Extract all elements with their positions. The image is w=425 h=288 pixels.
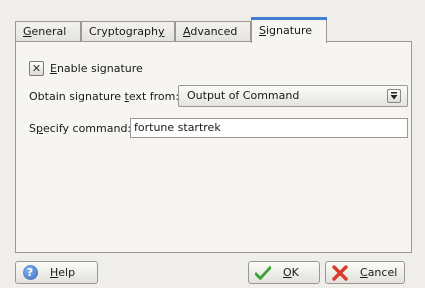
command-label-mnemonic: p: [35, 122, 43, 135]
tab-advanced[interactable]: Advanced: [175, 21, 251, 42]
obtain-label-post: ext from:: [128, 90, 180, 103]
help-button[interactable]: ? Help: [15, 261, 98, 284]
help-icon: ?: [22, 265, 38, 281]
enable-signature-row[interactable]: ✕ Enable signature: [29, 61, 143, 76]
enable-signature-checkbox[interactable]: ✕: [29, 61, 44, 76]
tab-general-mnemonic: G: [23, 25, 32, 38]
tab-general-label: eneral: [31, 25, 67, 38]
help-rest: elp: [58, 266, 76, 279]
command-label-post: ecify command:: [42, 122, 132, 135]
obtain-label-pre: Obtain signature: [29, 90, 125, 103]
signature-source-select[interactable]: Output of Command: [178, 85, 408, 107]
cancel-rest: ancel: [367, 266, 398, 279]
tab-general[interactable]: General: [15, 21, 81, 42]
command-input-value: fortune startrek: [134, 121, 221, 134]
obtain-signature-label: Obtain signature text from:: [29, 90, 179, 103]
cancel-mnemonic: C: [360, 266, 368, 279]
command-input[interactable]: fortune startrek: [130, 118, 408, 138]
command-label-pre: S: [29, 122, 36, 135]
ok-rest: K: [291, 266, 299, 279]
help-button-label: Help: [50, 266, 75, 279]
specify-command-label: Specify command:: [29, 122, 131, 135]
tab-cryptography[interactable]: Cryptography: [81, 21, 175, 42]
tab-cryptography-mnemonic: y: [157, 25, 165, 38]
checkbox-x-icon: ✕: [31, 62, 42, 75]
enable-signature-text: nable signature: [56, 62, 143, 75]
tab-signature-label: ignature: [265, 24, 313, 37]
signature-source-value: Output of Command: [187, 89, 300, 102]
ok-button-label: OK: [283, 266, 299, 279]
tab-signature-mnemonic: S: [259, 24, 266, 37]
cancel-button-label: Cancel: [360, 266, 397, 279]
checkmark-icon: [255, 265, 271, 281]
ok-button[interactable]: OK: [248, 261, 320, 284]
tab-cryptography-label: Cryptograph: [89, 25, 158, 38]
ok-mnemonic: O: [283, 266, 292, 279]
tab-signature[interactable]: Signature: [251, 17, 327, 43]
tab-advanced-label: dvanced: [190, 25, 238, 38]
cancel-button[interactable]: Cancel: [325, 261, 405, 284]
enable-signature-mnemonic: E: [50, 62, 57, 75]
cancel-x-icon: [332, 264, 348, 281]
enable-signature-label[interactable]: Enable signature: [50, 62, 143, 75]
dropdown-arrow-icon[interactable]: [387, 89, 401, 103]
